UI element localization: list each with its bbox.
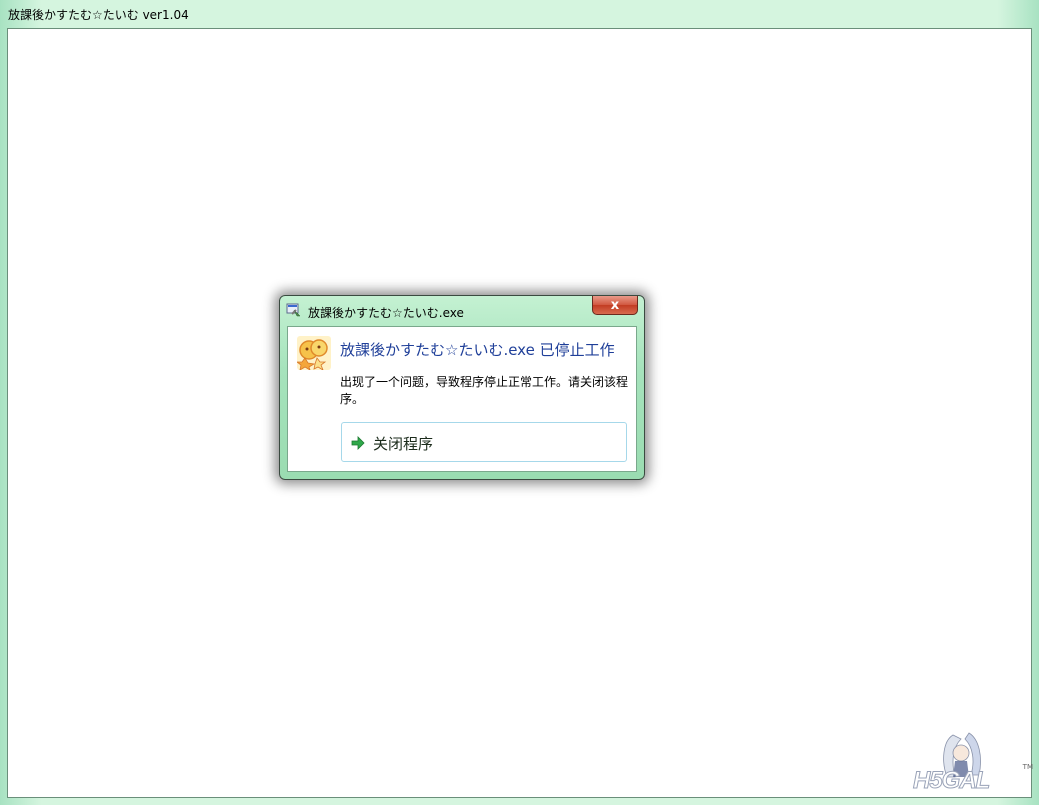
watermark-text: H5GAL: [912, 767, 990, 795]
green-arrow-icon: [351, 436, 365, 450]
window-title: 放課後かすたむ☆たいむ ver1.04: [8, 8, 189, 22]
dialog-message: 出现了一个问题，导致程序停止正常工作。请关闭该程序。: [340, 375, 629, 406]
close-program-button[interactable]: 关闭程序: [341, 422, 627, 462]
close-program-label: 关闭程序: [373, 435, 434, 453]
error-dialog: 放課後かすたむ☆たいむ.exe x 放課後かすたむ☆たいむ.exe 已停止工作 …: [279, 295, 645, 480]
dialog-content: 放課後かすたむ☆たいむ.exe 已停止工作 出现了一个问题，导致程序停止正常工作…: [287, 326, 637, 472]
dialog-title: 放課後かすたむ☆たいむ.exe: [308, 306, 464, 320]
dialog-titlebar[interactable]: 放課後かすたむ☆たいむ.exe x: [280, 296, 644, 324]
dialog-headline: 放課後かすたむ☆たいむ.exe 已停止工作: [340, 341, 615, 359]
watermark-tm: TM: [1022, 763, 1033, 771]
close-button[interactable]: x: [592, 296, 638, 315]
close-icon: x: [610, 297, 620, 313]
app-icon: [286, 303, 301, 317]
watermark-logo: H5GAL TM: [912, 731, 1033, 797]
program-icon: [297, 336, 331, 370]
